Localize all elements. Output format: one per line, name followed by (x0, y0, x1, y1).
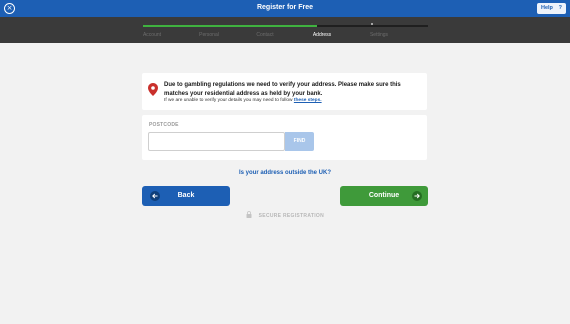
progress-marker (371, 23, 373, 25)
arrow-left-icon (150, 191, 160, 201)
these-steps-link[interactable]: these steps. (294, 98, 322, 103)
step-personal: Personal (199, 32, 219, 38)
step-settings: Settings (369, 32, 389, 38)
address-outside-uk-link[interactable]: Is your address outside the UK? (0, 170, 570, 176)
back-label: Back (177, 192, 195, 199)
secure-label: SECURE REGISTRATION (258, 212, 325, 219)
step-contact: Contact (256, 32, 274, 38)
verification-notice: Due to gambling regulations we need to v… (142, 73, 427, 110)
continue-label: Continue (368, 192, 400, 199)
help-label: Help (541, 5, 553, 11)
step-account: Account (142, 32, 162, 38)
secure-registration: SECURE REGISTRATION (0, 211, 570, 219)
progress-fill (143, 25, 317, 27)
steps-bar: Account Personal Contact Address Setting… (0, 17, 570, 43)
lock-icon (246, 211, 252, 218)
help-button[interactable]: Help ? (537, 3, 566, 14)
notice-message: Due to gambling regulations we need to v… (164, 82, 401, 97)
location-pin-icon (148, 83, 158, 96)
page-title: Register for Free (256, 4, 314, 11)
arrow-right-icon (412, 191, 422, 201)
top-bar: × Register for Free Help ? (0, 0, 570, 17)
question-icon: ? (558, 5, 562, 11)
step-address: Address (312, 32, 332, 38)
progress-track (143, 23, 428, 27)
back-button[interactable]: Back (142, 186, 230, 206)
postcode-label: POSTCODE (149, 122, 179, 128)
postcode-input[interactable] (148, 132, 285, 151)
find-button[interactable]: FIND (285, 132, 314, 151)
notice-sub-text: If we are unable to verify your details … (164, 98, 293, 103)
notice-subtext: If we are unable to verify your details … (164, 98, 322, 103)
postcode-section: POSTCODE FIND (142, 115, 427, 160)
continue-button[interactable]: Continue (340, 186, 428, 206)
